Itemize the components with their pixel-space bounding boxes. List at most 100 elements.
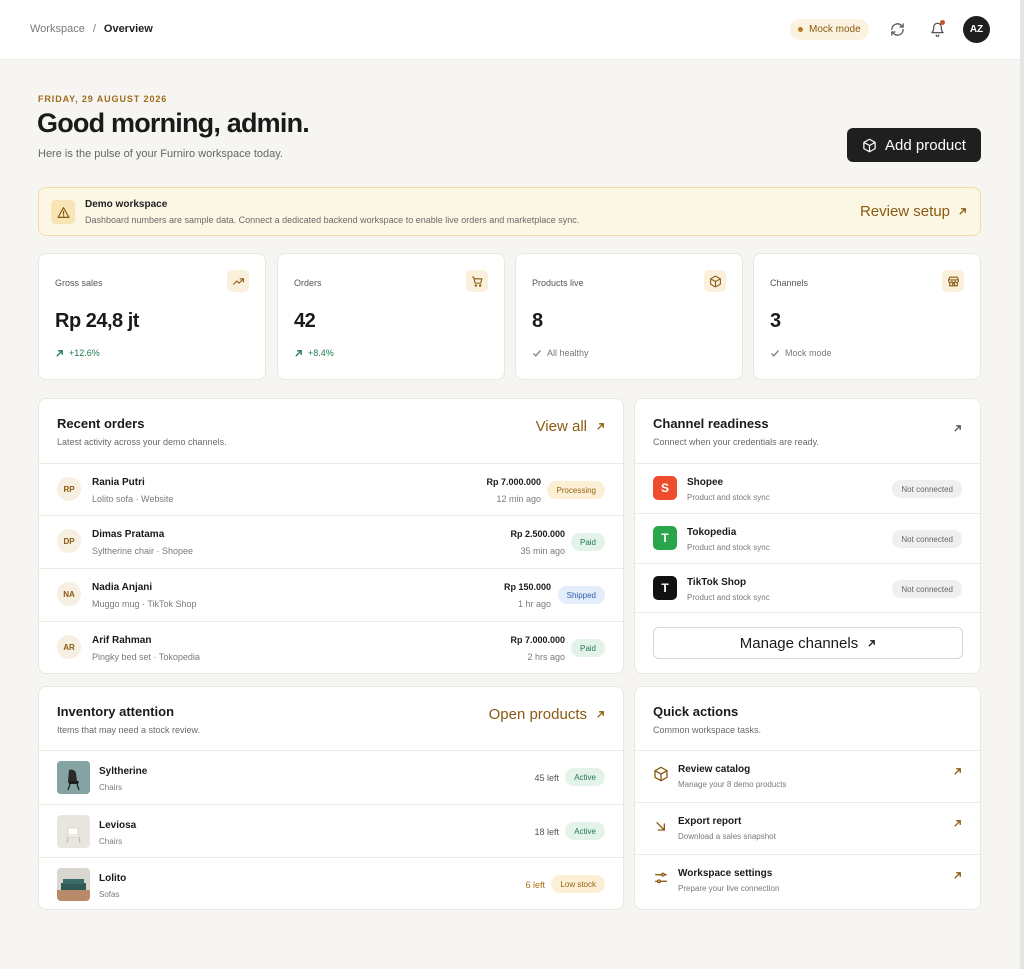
channel-meta: Product and stock sync xyxy=(687,493,770,502)
order-meta: Syltherine chair · Shopee xyxy=(92,546,194,556)
arrow-up-right-icon xyxy=(597,711,604,718)
box-icon xyxy=(863,138,876,152)
breadcrumb-workspace[interactable]: Workspace xyxy=(30,23,85,35)
channel-readiness-card: Channel readiness Connect when your cred… xyxy=(634,398,981,674)
top-bar: Workspace / Overview Mock mode AZ xyxy=(0,0,1020,60)
status-badge: Processing xyxy=(547,481,605,499)
tokopedia-logo-icon: T xyxy=(653,526,677,550)
quick-action-export-report[interactable]: Export report Download a sales snapshot xyxy=(635,803,980,854)
stock-left: 18 left xyxy=(534,827,559,837)
add-product-label: Add product xyxy=(885,136,966,154)
refresh-icon xyxy=(890,22,904,36)
order-time: 2 hrs ago xyxy=(527,652,565,662)
page-subtitle: Here is the pulse of your Furniro worksp… xyxy=(38,148,283,160)
review-setup-label: Review setup xyxy=(859,203,950,220)
arrow-up-right-icon xyxy=(953,767,962,776)
stat-label: Products live xyxy=(532,278,584,288)
channel-name: Shopee xyxy=(687,477,724,488)
breadcrumb-current: Overview xyxy=(103,23,153,35)
notifications-button[interactable] xyxy=(925,17,949,41)
table-row[interactable]: NA Nadia Anjani Muggo mug · TikTok Shop … xyxy=(39,569,623,621)
view-all-label: View all xyxy=(535,418,587,435)
list-item[interactable]: Lolito Sofas 6 left Low stock xyxy=(39,858,623,911)
order-amount: Rp 150.000 xyxy=(503,582,551,592)
open-products-link[interactable]: Open products xyxy=(489,706,605,723)
order-time: 35 min ago xyxy=(520,546,565,556)
section-title: Inventory attention xyxy=(57,704,175,719)
review-setup-link[interactable]: Review setup xyxy=(860,203,967,220)
quick-action-review-catalog[interactable]: Review catalog Manage your 8 demo produc… xyxy=(635,751,980,802)
customer-avatar: AR xyxy=(57,635,81,659)
stat-card-gross-sales: Gross sales Rp 24,8 jt +12.6% xyxy=(38,253,266,380)
manage-channels-button[interactable]: Manage channels xyxy=(653,627,963,659)
channel-row-shopee[interactable]: S Shopee Product and stock sync Not conn… xyxy=(635,464,980,514)
arrow-up-right-icon xyxy=(959,208,966,215)
channel-open-link[interactable] xyxy=(953,424,962,433)
stat-label: Channels xyxy=(770,278,809,288)
channel-row-tiktok[interactable]: T TikTok Shop Product and stock sync Not… xyxy=(635,564,980,614)
customer-name: Nadia Anjani xyxy=(92,582,153,593)
stat-change: +12.6% xyxy=(69,348,100,358)
quick-action-workspace-settings[interactable]: Workspace settings Prepare your live con… xyxy=(635,855,980,906)
current-date: FRIDAY, 29 AUGUST 2026 xyxy=(38,94,168,104)
tiktok-logo-icon: T xyxy=(653,576,677,600)
table-row[interactable]: DP Dimas Pratama Syltherine chair · Shop… xyxy=(39,516,623,568)
channel-name: TikTok Shop xyxy=(687,577,747,588)
mock-mode-badge: Mock mode xyxy=(790,19,869,40)
arrow-up-right-icon xyxy=(953,819,962,828)
table-row[interactable]: RP Rania Putri Lolito sofa · Website Rp … xyxy=(39,464,623,516)
status-badge: Paid xyxy=(570,639,605,657)
product-name: Syltherine xyxy=(99,766,148,777)
page-title: Good morning, admin. xyxy=(37,108,310,138)
order-amount: Rp 7.000.000 xyxy=(486,477,541,487)
channel-row-tokopedia[interactable]: T Tokopedia Product and stock sync Not c… xyxy=(635,514,980,564)
customer-name: Rania Putri xyxy=(92,477,145,488)
customer-name: Arif Rahman xyxy=(92,635,152,646)
view-all-link[interactable]: View all xyxy=(536,418,605,435)
stat-footer: All healthy xyxy=(532,348,589,358)
stat-value: 42 xyxy=(294,310,316,332)
stat-note: Mock mode xyxy=(785,348,832,358)
product-category: Chairs xyxy=(99,837,123,846)
connection-status-badge: Not connected xyxy=(892,580,962,598)
order-meta: Pingky bed set · Tokopedia xyxy=(92,652,200,662)
check-icon xyxy=(771,350,780,357)
customer-avatar: DP xyxy=(57,529,81,553)
demo-banner: Demo workspace Dashboard numbers are sam… xyxy=(38,187,981,236)
quick-actions-card: Quick actions Common workspace tasks. Re… xyxy=(634,686,981,910)
stat-footer: Mock mode xyxy=(770,348,832,358)
stat-footer: +8.4% xyxy=(294,348,334,358)
customer-avatar: NA xyxy=(57,582,81,606)
order-meta: Lolito sofa · Website xyxy=(92,494,174,504)
order-meta: Muggo mug · TikTok Shop xyxy=(92,599,197,609)
action-description: Download a sales snapshot xyxy=(678,832,776,841)
list-item[interactable]: Syltherine Chairs 45 left Active xyxy=(39,751,623,804)
section-title: Recent orders xyxy=(57,416,145,431)
user-avatar[interactable]: AZ xyxy=(963,16,990,43)
add-product-button[interactable]: Add product xyxy=(847,128,981,162)
refresh-button[interactable] xyxy=(885,17,909,41)
section-subtitle: Connect when your credentials are ready. xyxy=(653,437,819,447)
connection-status-badge: Not connected xyxy=(892,480,962,498)
table-row[interactable]: AR Arif Rahman Pingky bed set · Tokopedi… xyxy=(39,622,623,674)
stat-note: All healthy xyxy=(547,348,589,358)
arrow-up-right-icon xyxy=(868,639,876,647)
status-badge: Active xyxy=(565,768,605,786)
scrollbar[interactable] xyxy=(1020,0,1024,969)
check-icon xyxy=(533,350,542,357)
customer-avatar: RP xyxy=(57,477,81,501)
stock-left: 6 left xyxy=(525,880,545,890)
channel-meta: Product and stock sync xyxy=(687,543,770,552)
order-time: 1 hr ago xyxy=(517,599,551,609)
warning-icon xyxy=(51,200,75,224)
product-thumbnail xyxy=(57,815,90,848)
action-description: Manage your 8 demo products xyxy=(678,780,787,789)
banner-text: Dashboard numbers are sample data. Conne… xyxy=(85,215,580,225)
section-title: Channel readiness xyxy=(653,416,769,431)
breadcrumb: Workspace / Overview xyxy=(30,23,153,35)
list-item[interactable]: Leviosa Chairs 18 left Active xyxy=(39,805,623,858)
arrow-up-right-icon xyxy=(954,425,961,432)
stat-value: Rp 24,8 jt xyxy=(55,310,139,332)
recent-orders-card: Recent orders Latest activity across you… xyxy=(38,398,624,674)
channel-meta: Product and stock sync xyxy=(687,593,770,602)
